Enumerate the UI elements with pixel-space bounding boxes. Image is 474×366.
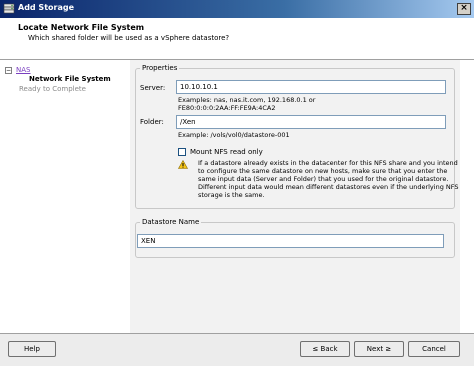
warning-line-1: If a datastore already exists in the dat… <box>198 159 458 167</box>
close-icon: × <box>460 3 468 13</box>
nav-step-network-file-system: Network File System <box>29 75 111 83</box>
back-button[interactable]: ≤ Back <box>300 341 350 357</box>
warning-line-4: Different input data would mean differen… <box>198 183 459 191</box>
server-label: Server: <box>140 84 166 92</box>
server-examples-line2: FE80:0:0:0:2AA:FF:FE9A:4CA2 <box>178 104 276 112</box>
folder-input[interactable]: /Xen <box>176 115 446 129</box>
nav-root-nas[interactable]: NAS <box>16 66 30 74</box>
datastore-name-input[interactable]: XEN <box>137 234 444 248</box>
folder-label: Folder: <box>140 118 164 126</box>
button-bar: Help ≤ Back Next ≥ Cancel <box>0 333 474 366</box>
nav-step-ready-to-complete: Ready to Complete <box>19 85 86 93</box>
mount-read-only-checkbox[interactable] <box>178 148 186 156</box>
warning-line-2: to configure the same datastore on new h… <box>198 167 448 175</box>
title-bar: Add Storage × <box>0 0 474 18</box>
properties-group-label: Properties <box>142 64 178 72</box>
help-button[interactable]: Help <box>8 341 56 357</box>
folder-example: Example: /vols/vol0/datastore-001 <box>178 131 290 139</box>
close-button[interactable]: × <box>457 3 471 15</box>
collapse-toggle[interactable]: − <box>5 67 12 74</box>
page-title: Locate Network File System <box>18 23 145 32</box>
wizard-step-list: − NAS Network File System Ready to Compl… <box>2 60 129 333</box>
warning-icon <box>178 160 188 169</box>
wizard-header: Locate Network File System Which shared … <box>0 18 474 60</box>
page-subtitle: Which shared folder will be used as a vS… <box>28 34 230 42</box>
server-examples-line1: Examples: nas, nas.it.com, 192.168.0.1 o… <box>178 96 316 104</box>
mount-read-only-label: Mount NFS read only <box>190 148 263 156</box>
cancel-button[interactable]: Cancel <box>408 341 460 357</box>
server-input[interactable]: 10.10.10.1 <box>176 80 446 94</box>
warning-line-5: storage is the same. <box>198 191 265 199</box>
content-pane: Properties Server: 10.10.10.1 Examples: … <box>130 60 460 333</box>
window-title: Add Storage <box>18 3 75 12</box>
datastore-name-group-label: Datastore Name <box>142 218 200 226</box>
next-button[interactable]: Next ≥ <box>354 341 404 357</box>
storage-icon <box>3 3 15 14</box>
warning-line-3: same input data (Server and Folder) that… <box>198 175 449 183</box>
